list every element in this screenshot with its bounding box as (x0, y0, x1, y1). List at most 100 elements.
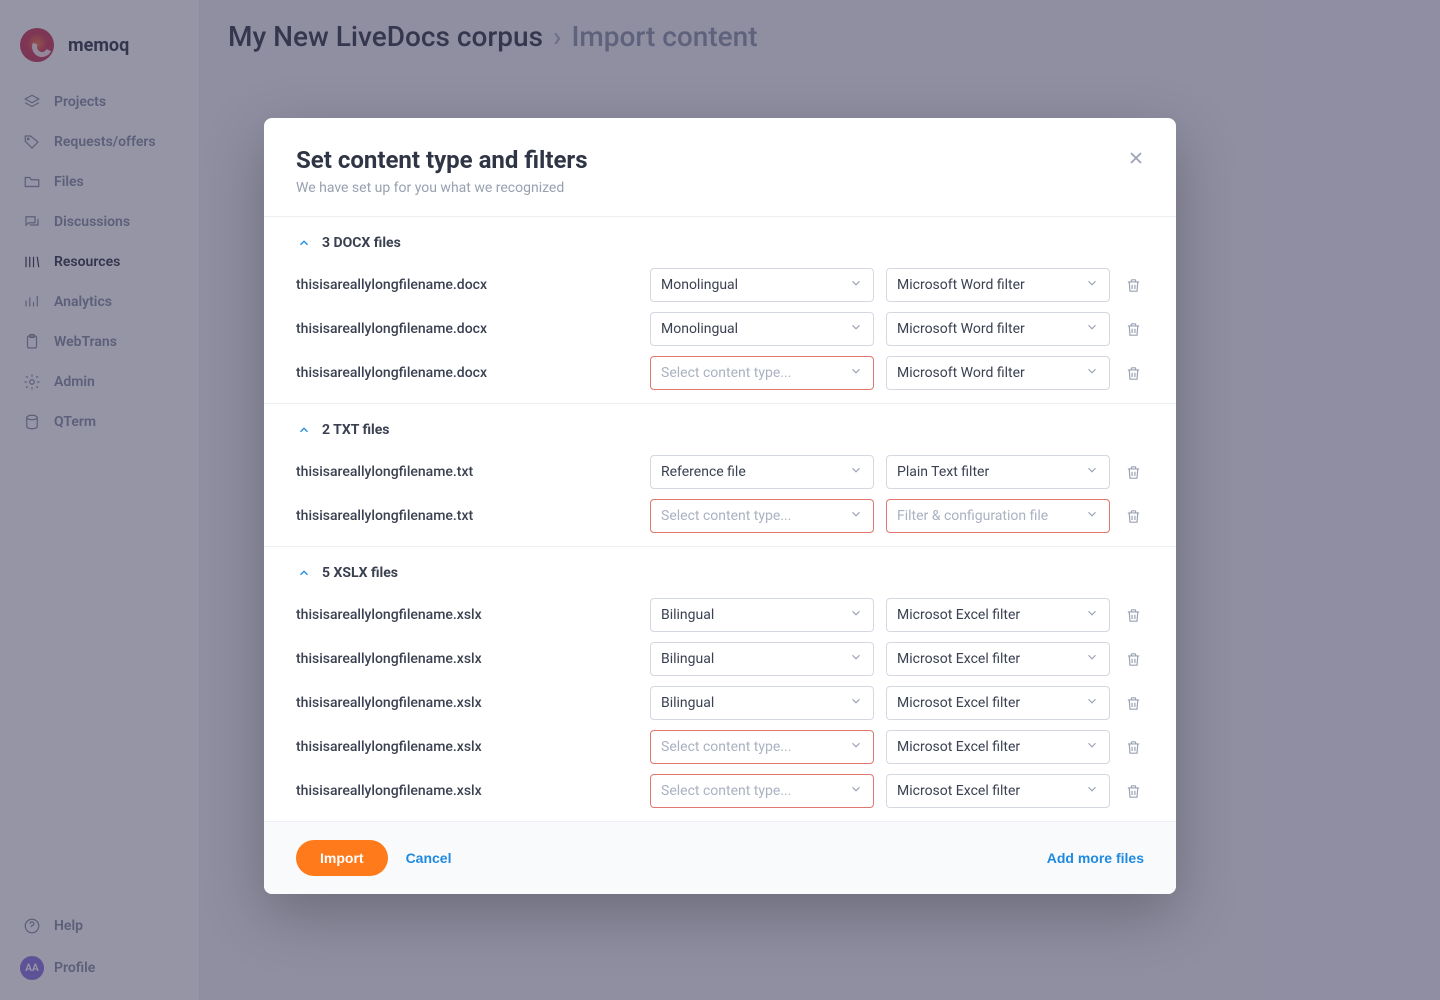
content-type-select[interactable]: Monolingual (650, 312, 874, 346)
select-value: Microsot Excel filter (897, 695, 1020, 711)
select-value: Select content type... (661, 783, 791, 799)
delete-row-button[interactable] (1122, 648, 1144, 670)
delete-row-button[interactable] (1122, 505, 1144, 527)
chevron-down-icon (1085, 463, 1099, 481)
chevron-down-icon (1085, 694, 1099, 712)
delete-row-button[interactable] (1122, 318, 1144, 340)
filter-select[interactable]: Microsot Excel filter (886, 774, 1110, 808)
group-title: 5 XSLX files (322, 565, 398, 581)
chevron-down-icon (1085, 364, 1099, 382)
delete-row-button[interactable] (1122, 780, 1144, 802)
chevron-down-icon (849, 507, 863, 525)
filter-select[interactable]: Microsot Excel filter (886, 686, 1110, 720)
content-type-select[interactable]: Select content type... (650, 730, 874, 764)
select-value: Reference file (661, 464, 746, 480)
filename: thisisareallylongfilename.xslx (296, 651, 638, 667)
delete-row-button[interactable] (1122, 736, 1144, 758)
filter-select[interactable]: Microsot Excel filter (886, 730, 1110, 764)
content-type-select[interactable]: Bilingual (650, 598, 874, 632)
group-header[interactable]: 5 XSLX files (264, 561, 1176, 593)
select-value: Select content type... (661, 365, 791, 381)
filter-select[interactable]: Microsoft Word filter (886, 312, 1110, 346)
select-value: Microsot Excel filter (897, 783, 1020, 799)
trash-icon (1125, 651, 1142, 668)
delete-row-button[interactable] (1122, 362, 1144, 384)
filter-select[interactable]: Filter & configuration file (886, 499, 1110, 533)
trash-icon (1125, 739, 1142, 756)
chevron-up-icon (296, 422, 312, 438)
select-value: Bilingual (661, 651, 714, 667)
filename: thisisareallylongfilename.docx (296, 321, 638, 337)
chevron-down-icon (1085, 606, 1099, 624)
filter-select[interactable]: Microsot Excel filter (886, 598, 1110, 632)
group-header[interactable]: 3 DOCX files (264, 231, 1176, 263)
filename: thisisareallylongfilename.xslx (296, 607, 638, 623)
chevron-down-icon (849, 738, 863, 756)
trash-icon (1125, 321, 1142, 338)
modal-footer: Import Cancel Add more files (264, 821, 1176, 894)
chevron-down-icon (1085, 507, 1099, 525)
delete-row-button[interactable] (1122, 274, 1144, 296)
modal-body: 3 DOCX files thisisareallylongfilename.do… (264, 216, 1176, 821)
delete-row-button[interactable] (1122, 461, 1144, 483)
filter-select[interactable]: Microsoft Word filter (886, 268, 1110, 302)
file-row: thisisareallylongfilename.xslx Bilingual M… (264, 637, 1176, 681)
add-more-files-button[interactable]: Add more files (1047, 850, 1144, 866)
cancel-button[interactable]: Cancel (406, 850, 452, 866)
chevron-down-icon (1085, 320, 1099, 338)
file-row: thisisareallylongfilename.docx Monolingua… (264, 263, 1176, 307)
select-value: Monolingual (661, 321, 738, 337)
content-type-select[interactable]: Reference file (650, 455, 874, 489)
close-icon (1126, 148, 1146, 168)
filter-select[interactable]: Microsoft Word filter (886, 356, 1110, 390)
modal-backdrop[interactable]: Set content type and filters We have set… (0, 0, 1440, 1000)
import-button[interactable]: Import (296, 840, 388, 876)
select-value: Monolingual (661, 277, 738, 293)
group-title: 2 TXT files (322, 422, 390, 438)
file-row: thisisareallylongfilename.xslxSelect con… (264, 769, 1176, 813)
select-value: Bilingual (661, 607, 714, 623)
filename: thisisareallylongfilename.txt (296, 508, 638, 524)
content-type-select[interactable]: Bilingual (650, 686, 874, 720)
group-title: 3 DOCX files (322, 235, 401, 251)
filename: thisisareallylongfilename.xslx (296, 695, 638, 711)
chevron-down-icon (849, 463, 863, 481)
chevron-down-icon (1085, 738, 1099, 756)
filter-select[interactable]: Microsot Excel filter (886, 642, 1110, 676)
filename: thisisareallylongfilename.docx (296, 277, 638, 293)
modal-subtitle: We have set up for you what we recognize… (296, 180, 1144, 196)
chevron-down-icon (849, 650, 863, 668)
content-type-select[interactable]: Select content type... (650, 356, 874, 390)
filter-select[interactable]: Plain Text filter (886, 455, 1110, 489)
content-type-select[interactable]: Select content type... (650, 499, 874, 533)
select-value: Filter & configuration file (897, 508, 1048, 524)
select-value: Microsot Excel filter (897, 607, 1020, 623)
filename: thisisareallylongfilename.xslx (296, 739, 638, 755)
select-value: Select content type... (661, 739, 791, 755)
select-value: Microsoft Word filter (897, 365, 1025, 381)
delete-row-button[interactable] (1122, 604, 1144, 626)
select-value: Select content type... (661, 508, 791, 524)
file-group: 5 XSLX files thisisareallylongfilename.xs… (264, 546, 1176, 821)
file-row: thisisareallylongfilename.docx Select con… (264, 351, 1176, 395)
close-button[interactable] (1122, 144, 1150, 172)
chevron-up-icon (296, 565, 312, 581)
chevron-down-icon (849, 782, 863, 800)
modal-header: Set content type and filters We have set… (264, 118, 1176, 216)
content-type-select[interactable]: Monolingual (650, 268, 874, 302)
content-type-select[interactable]: Select content type... (650, 774, 874, 808)
chevron-down-icon (849, 320, 863, 338)
chevron-down-icon (849, 364, 863, 382)
select-value: Microsot Excel filter (897, 651, 1020, 667)
trash-icon (1125, 464, 1142, 481)
filename: thisisareallylongfilename.docx (296, 365, 638, 381)
delete-row-button[interactable] (1122, 692, 1144, 714)
group-header[interactable]: 2 TXT files (264, 418, 1176, 450)
select-value: Microsoft Word filter (897, 321, 1025, 337)
content-type-select[interactable]: Bilingual (650, 642, 874, 676)
chevron-down-icon (1085, 650, 1099, 668)
select-value: Microsoft Word filter (897, 277, 1025, 293)
file-group: 3 DOCX files thisisareallylongfilename.do… (264, 216, 1176, 403)
select-value: Microsot Excel filter (897, 739, 1020, 755)
file-row: thisisareallylongfilename.xslx Select con… (264, 725, 1176, 769)
